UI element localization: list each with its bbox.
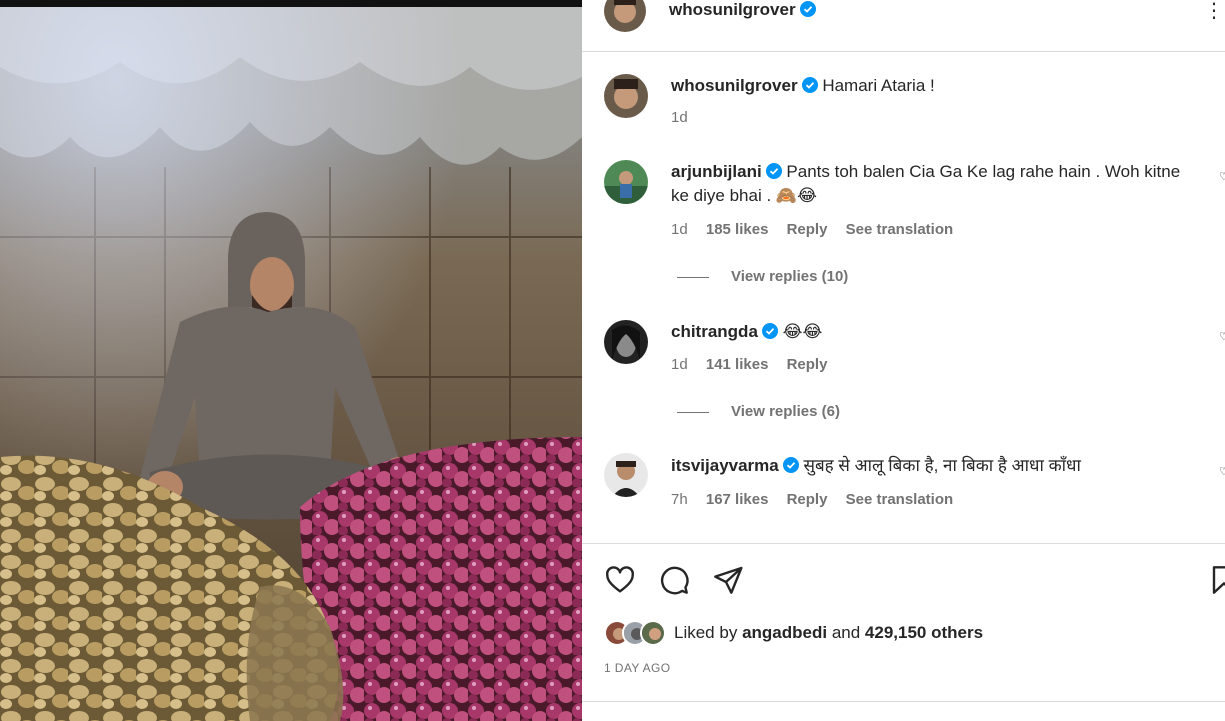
comment-body: itsvijayvarma सुबह से आलू बिका है, ना बि… bbox=[671, 454, 1191, 478]
comment-time[interactable]: 7h bbox=[671, 491, 688, 508]
caption-username[interactable]: whosunilgrover bbox=[671, 76, 798, 95]
comment-text: 😂😂 bbox=[782, 322, 823, 341]
liked-by-prefix: Liked by bbox=[674, 623, 738, 642]
view-replies-label: View replies (10) bbox=[731, 268, 849, 285]
comment-likes[interactable]: 141 likes bbox=[706, 356, 769, 373]
comment-like-heart-icon[interactable]: ♡ bbox=[1219, 465, 1225, 478]
post-header: whosunilgrover ⋮ bbox=[582, 0, 1225, 52]
reply-button[interactable]: Reply bbox=[787, 356, 828, 373]
replies-divider-line bbox=[677, 411, 709, 413]
comment-time[interactable]: 1d bbox=[671, 356, 688, 373]
replies-divider-line bbox=[677, 276, 709, 278]
reply-button[interactable]: Reply bbox=[787, 491, 828, 508]
commenter-avatar[interactable] bbox=[604, 160, 648, 204]
post-photo[interactable] bbox=[0, 0, 582, 721]
comment-likes[interactable]: 167 likes bbox=[706, 491, 769, 508]
comment-item: chitrangda 😂😂 1d 141 likes Reply ♡ View … bbox=[582, 318, 1225, 428]
post-actions: Liked by angadbedi and 429,150 others 1 … bbox=[582, 543, 1225, 721]
more-options-icon[interactable]: ⋮ bbox=[1204, 0, 1225, 23]
author-avatar[interactable] bbox=[604, 0, 646, 32]
see-translation-button[interactable]: See translation bbox=[846, 491, 954, 508]
liker-avatar[interactable] bbox=[640, 620, 666, 646]
caption-text: Hamari Ataria ! bbox=[822, 76, 935, 95]
commenter-avatar[interactable] bbox=[604, 320, 648, 364]
liked-by-text: Liked by angadbedi and 429,150 others bbox=[674, 623, 983, 643]
verified-badge-icon bbox=[761, 322, 778, 339]
post-image bbox=[0, 7, 582, 721]
comment-username[interactable]: arjunbijlani bbox=[671, 162, 762, 181]
view-replies-button[interactable]: View replies (6) bbox=[677, 403, 840, 420]
post-details-panel: whosunilgrover ⋮ whosunilgrover Hamari A… bbox=[582, 0, 1225, 721]
liked-by-row: Liked by angadbedi and 429,150 others bbox=[604, 620, 983, 646]
reply-button[interactable]: Reply bbox=[787, 221, 828, 238]
comment-likes[interactable]: 185 likes bbox=[706, 221, 769, 238]
post-time-ago[interactable]: 1 DAY AGO bbox=[604, 661, 671, 675]
verified-badge-icon bbox=[801, 76, 818, 93]
bookmark-icon[interactable] bbox=[1208, 564, 1225, 596]
comment-meta: 1d 141 likes Reply bbox=[671, 356, 841, 373]
author-username[interactable]: whosunilgrover bbox=[669, 0, 796, 19]
photo-top-bar bbox=[0, 0, 582, 7]
comment-like-heart-icon[interactable]: ♡ bbox=[1219, 330, 1225, 343]
share-icon[interactable] bbox=[712, 564, 744, 596]
verified-badge-icon bbox=[765, 162, 782, 179]
comment-username[interactable]: itsvijayvarma bbox=[671, 456, 779, 475]
comment-like-heart-icon[interactable]: ♡ bbox=[1219, 170, 1225, 183]
verified-badge-icon bbox=[799, 1, 816, 17]
heart-icon[interactable] bbox=[604, 564, 636, 596]
liked-by-and: and bbox=[831, 623, 861, 642]
author-header-line: whosunilgrover bbox=[669, 0, 816, 20]
liked-by-user-link[interactable]: angadbedi bbox=[742, 623, 827, 642]
comment-item: itsvijayvarma सुबह से आलू बिका है, ना बि… bbox=[582, 453, 1225, 523]
see-translation-button[interactable]: See translation bbox=[846, 221, 954, 238]
view-replies-label: View replies (6) bbox=[731, 403, 840, 420]
caption-body: whosunilgrover Hamari Ataria ! bbox=[671, 74, 1191, 98]
comment-icon[interactable] bbox=[658, 564, 690, 596]
comment-meta: 7h 167 likes Reply See translation bbox=[671, 491, 967, 508]
comment-meta: 1d 185 likes Reply See translation bbox=[671, 221, 967, 238]
commenter-avatar[interactable] bbox=[604, 453, 648, 497]
comment-text: सुबह से आलू बिका है, ना बिका है आधा काँध… bbox=[803, 456, 1081, 475]
verified-badge-icon bbox=[782, 456, 799, 473]
comment-body: arjunbijlani Pants toh balen Cia Ga Ke l… bbox=[671, 160, 1191, 208]
divider bbox=[582, 701, 1225, 702]
caption: whosunilgrover Hamari Ataria ! 1d bbox=[582, 72, 1225, 142]
caption-time[interactable]: 1d bbox=[671, 109, 688, 126]
comment-item: arjunbijlani Pants toh balen Cia Ga Ke l… bbox=[582, 158, 1225, 288]
caption-meta: 1d bbox=[671, 109, 702, 126]
comment-time[interactable]: 1d bbox=[671, 221, 688, 238]
caption-avatar[interactable] bbox=[604, 74, 648, 118]
comment-username[interactable]: chitrangda bbox=[671, 322, 758, 341]
comment-body: chitrangda 😂😂 bbox=[671, 320, 1191, 344]
liked-by-others-link[interactable]: 429,150 others bbox=[865, 623, 983, 642]
view-replies-button[interactable]: View replies (10) bbox=[677, 268, 848, 285]
